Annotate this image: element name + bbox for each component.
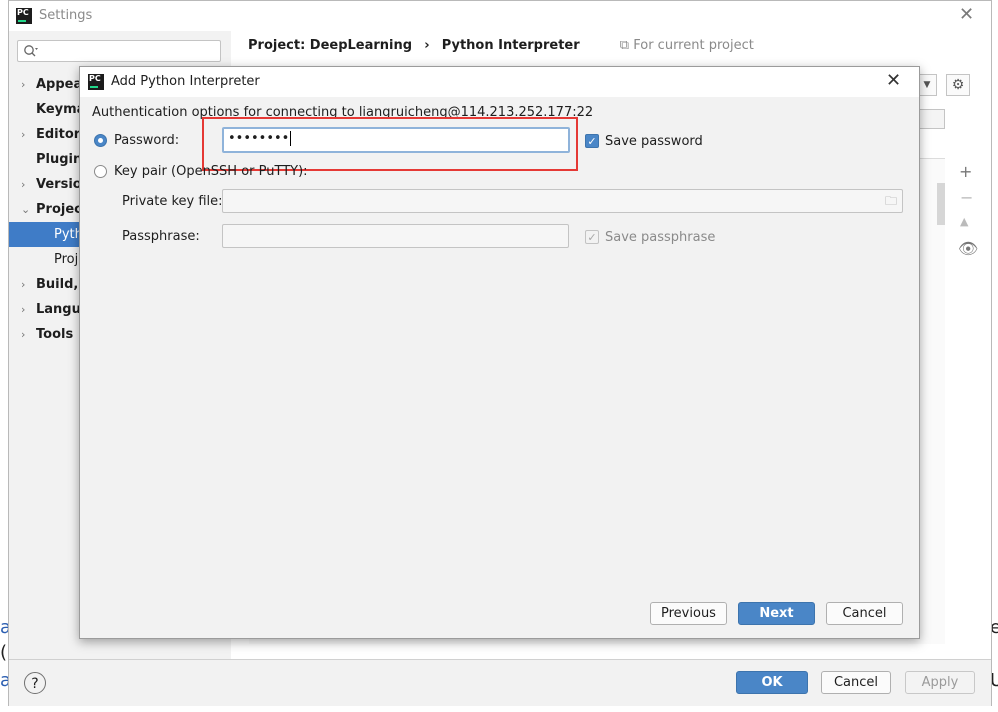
pycharm-logo-icon: PC <box>88 74 104 90</box>
eye-icon[interactable]: 👁 <box>958 239 978 258</box>
dialog-title: Add Python Interpreter <box>111 74 260 89</box>
search-icon <box>24 45 38 57</box>
apply-button[interactable]: Apply <box>905 671 975 694</box>
settings-search-input[interactable] <box>17 40 221 62</box>
add-python-interpreter-dialog: PC Add Python Interpreter ✕ Authenticati… <box>79 66 920 639</box>
breadcrumb-project: Project: DeepLearning <box>248 38 413 53</box>
passphrase-input[interactable] <box>222 224 569 248</box>
chevron-right-icon: › <box>21 78 26 91</box>
background-text-fragment: ( <box>0 642 8 663</box>
chevron-right-icon: › <box>21 303 26 316</box>
cancel-button[interactable]: Cancel <box>826 602 903 625</box>
gear-icon[interactable]: ⚙ <box>946 74 970 96</box>
breadcrumb-page: Python Interpreter <box>441 38 580 53</box>
previous-button[interactable]: Previous <box>650 602 727 625</box>
chevron-right-icon: › <box>21 328 26 341</box>
breadcrumb: Project: DeepLearning › Python Interpret… <box>248 38 754 53</box>
settings-footer: ? OK Cancel Apply <box>9 659 991 706</box>
chevron-down-icon: ⌄ <box>21 203 31 216</box>
close-icon[interactable]: ✕ <box>886 70 901 91</box>
table-scrollbar[interactable] <box>937 183 945 225</box>
highlight-box <box>202 117 578 171</box>
chevron-right-icon: › <box>21 178 26 191</box>
password-label: Password: <box>114 133 180 148</box>
save-passphrase-checkbox[interactable]: ✓ <box>585 230 599 244</box>
settings-titlebar: PC Settings ✕ <box>9 1 991 31</box>
upgrade-icon[interactable]: ▲ <box>960 215 968 228</box>
cancel-button[interactable]: Cancel <box>821 671 891 694</box>
private-key-input[interactable]: 🗀 <box>222 189 903 213</box>
pycharm-logo-icon: PC <box>16 8 32 24</box>
keypair-label: Key pair (OpenSSH or PuTTY): <box>114 164 308 179</box>
folder-button[interactable] <box>917 109 945 129</box>
ok-button[interactable]: OK <box>736 671 808 694</box>
passphrase-label: Passphrase: <box>122 229 200 244</box>
password-radio[interactable] <box>94 134 107 147</box>
settings-title: Settings <box>39 8 93 23</box>
scope-label: For current project <box>633 38 754 53</box>
add-icon[interactable]: + <box>959 162 972 181</box>
interpreter-dropdown-arrow[interactable]: ▼ <box>917 74 937 96</box>
breadcrumb-separator: › <box>424 38 430 53</box>
close-icon[interactable]: ✕ <box>959 4 974 25</box>
help-button[interactable]: ? <box>24 672 46 694</box>
copy-icon: ⧉ <box>619 38 630 53</box>
remove-icon[interactable]: − <box>960 188 973 207</box>
keypair-radio[interactable] <box>94 165 107 178</box>
save-password-checkbox[interactable]: ✓ <box>585 134 599 148</box>
chevron-right-icon: › <box>21 128 26 141</box>
save-passphrase-label: Save passphrase <box>605 230 716 245</box>
chevron-right-icon: › <box>21 278 26 291</box>
folder-icon[interactable]: 🗀 <box>885 190 897 212</box>
next-button[interactable]: Next <box>738 602 815 625</box>
save-password-label: Save password <box>605 134 703 149</box>
dialog-titlebar: PC Add Python Interpreter ✕ <box>80 67 919 97</box>
private-key-label: Private key file: <box>122 194 223 209</box>
